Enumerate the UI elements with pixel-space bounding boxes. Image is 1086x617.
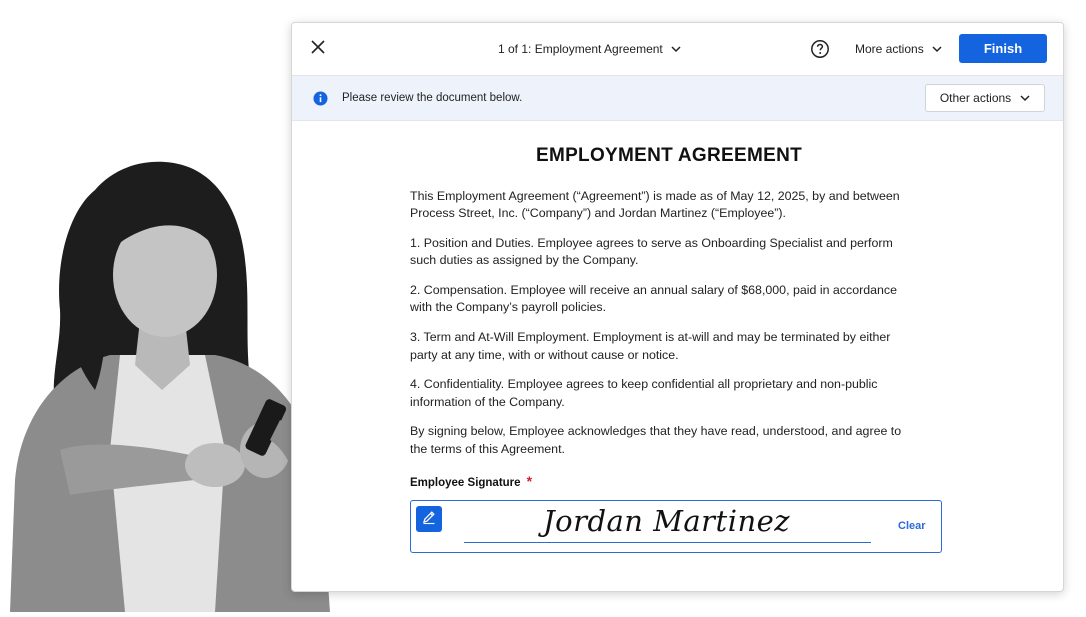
chevron-down-icon — [932, 42, 942, 56]
document-selector[interactable]: 1 of 1: Employment Agreement — [498, 40, 681, 58]
close-icon — [311, 39, 325, 59]
person-photo — [0, 150, 340, 612]
document-paragraph: By signing below, Employee acknowledges … — [410, 424, 902, 456]
chevron-down-icon — [671, 42, 681, 56]
signature-label: Employee Signature * — [410, 473, 920, 491]
other-actions-label: Other actions — [939, 91, 1012, 105]
document-title: EMPLOYMENT AGREEMENT — [535, 145, 803, 166]
document-paragraph: This Employment Agreement (“Agreement”) … — [410, 189, 900, 221]
more-actions-menu[interactable]: More actions — [855, 40, 942, 58]
document-paragraph: 1. Position and Duties. Employee agrees … — [410, 236, 893, 268]
info-message: Please review the document below. — [342, 92, 523, 104]
chevron-down-icon — [1020, 91, 1030, 105]
required-marker: * — [526, 473, 533, 490]
clear-signature-button[interactable]: Clear — [898, 520, 926, 532]
other-actions-button[interactable]: Other actions — [925, 84, 1045, 112]
pen-icon — [421, 509, 437, 530]
signature-value: Jordan Martinez — [543, 504, 791, 538]
document-paragraph: 2. Compensation. Employee will receive a… — [410, 283, 897, 315]
info-banner: Please review the document below. Other … — [292, 76, 1063, 121]
help-icon — [810, 40, 830, 63]
document-selector-label: 1 of 1: Employment Agreement — [498, 42, 663, 56]
top-toolbar: 1 of 1: Employment Agreement More action… — [292, 23, 1063, 76]
info-icon — [313, 91, 328, 106]
signature-label-text: Employee Signature — [410, 477, 521, 490]
document-body: EMPLOYMENT AGREEMENT This Employment Agr… — [410, 121, 920, 491]
finish-button[interactable]: Finish — [959, 34, 1047, 63]
document-paragraph: 4. Confidentiality. Employee agrees to k… — [410, 377, 878, 409]
signature-field[interactable]: Jordan Martinez Clear — [410, 500, 942, 553]
signature-line — [464, 542, 871, 543]
more-actions-label: More actions — [855, 42, 924, 56]
document-paragraph: 3. Term and At-Will Employment. Employme… — [410, 330, 891, 362]
help-button[interactable] — [810, 39, 830, 59]
document-signing-window: 1 of 1: Employment Agreement More action… — [291, 22, 1064, 592]
close-button[interactable] — [306, 37, 330, 61]
signature-tool-button[interactable] — [416, 506, 442, 532]
